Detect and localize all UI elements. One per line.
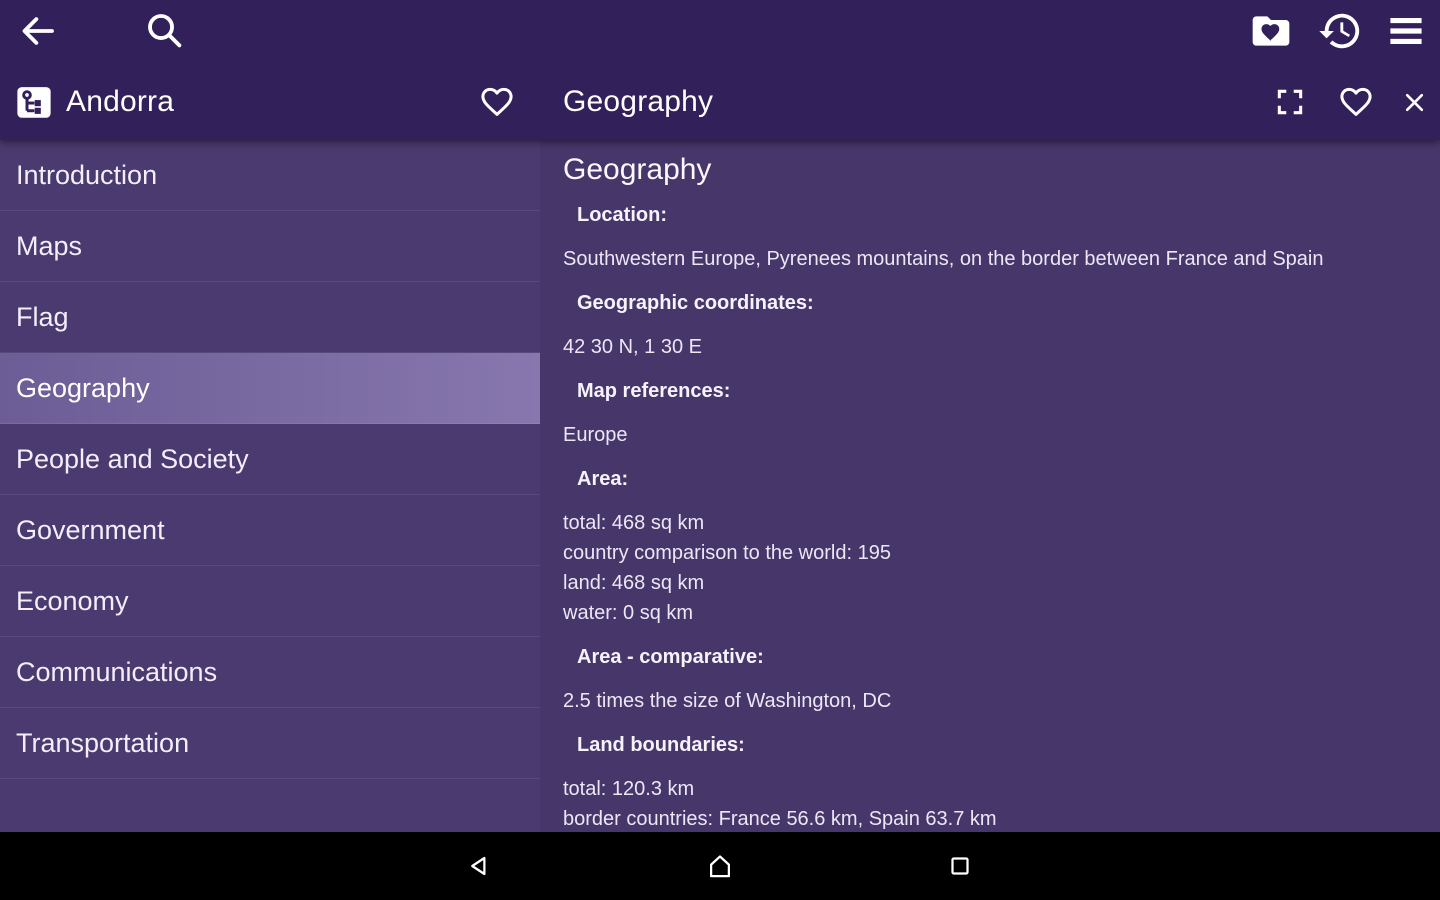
sidebar-item-label: People and Society <box>16 444 249 474</box>
sidebar-item-label: Communications <box>16 657 217 687</box>
field-label: Geographic coordinates: <box>563 288 1420 318</box>
favorites-folder-button[interactable] <box>1248 8 1294 54</box>
back-button[interactable] <box>14 8 60 54</box>
nav-recents-square-icon <box>945 868 975 885</box>
field-geographic-coordinates: Geographic coordinates: 42 30 N, 1 30 E <box>563 288 1420 362</box>
close-panel-button[interactable] <box>1398 86 1430 118</box>
field-label: Land boundaries: <box>563 730 1420 760</box>
heart-outline-icon <box>1337 83 1375 121</box>
field-value: border countries: France 56.6 km, Spain … <box>563 804 1420 832</box>
close-icon <box>1401 89 1428 116</box>
heart-outline-icon <box>478 83 516 121</box>
sidebar-item-introduction[interactable]: Introduction <box>0 140 540 211</box>
country-title: Andorra <box>66 64 174 140</box>
field-area-comparative: Area - comparative: 2.5 times the size o… <box>563 642 1420 716</box>
field-value: country comparison to the world: 195 <box>563 538 1420 568</box>
sidebar-item-label: Economy <box>16 586 129 616</box>
field-value: water: 0 sq km <box>563 598 1420 628</box>
sidebar-item-label: Maps <box>16 231 82 261</box>
field-map-references: Map references: Europe <box>563 376 1420 450</box>
sidebar-item-maps[interactable]: Maps <box>0 211 540 282</box>
fullscreen-button[interactable] <box>1272 84 1308 120</box>
field-location: Location: Southwestern Europe, Pyrenees … <box>563 200 1420 274</box>
nav-back-triangle-icon <box>465 868 495 885</box>
section-content[interactable]: Geography Location: Southwestern Europe,… <box>540 140 1440 832</box>
sidebar-item-label: Geography <box>16 373 150 403</box>
field-label: Area: <box>563 464 1420 494</box>
category-tree-icon <box>12 80 56 124</box>
field-value: Europe <box>563 420 1420 450</box>
field-value: total: 120.3 km <box>563 774 1420 804</box>
sidebar-item-people-and-society[interactable]: People and Society <box>0 424 540 495</box>
field-value: land: 468 sq km <box>563 568 1420 598</box>
nav-back-button[interactable] <box>465 851 495 881</box>
country-favorite-button[interactable] <box>477 82 517 122</box>
folder-heart-icon <box>1249 9 1293 53</box>
app-bar-top-row <box>0 0 1440 64</box>
sidebar-item-flag[interactable]: Flag <box>0 282 540 353</box>
sidebar-item-transportation[interactable]: Transportation <box>0 708 540 779</box>
content-heading: Geography <box>563 152 1420 188</box>
menu-button[interactable] <box>1384 9 1428 53</box>
main-area: Introduction Maps Flag Geography People … <box>0 140 1440 832</box>
panel-title: Geography <box>563 64 713 140</box>
sidebar-item-economy[interactable]: Economy <box>0 566 540 637</box>
section-list: Introduction Maps Flag Geography People … <box>0 140 540 832</box>
fullscreen-icon <box>1274 86 1306 118</box>
app-bar-title-row: Andorra Geography <box>0 64 1440 140</box>
field-area: Area: total: 468 sq km country compariso… <box>563 464 1420 628</box>
field-value: total: 468 sq km <box>563 508 1420 538</box>
field-label: Map references: <box>563 376 1420 406</box>
sidebar-item-government[interactable]: Government <box>0 495 540 566</box>
sidebar-item-label: Transportation <box>16 728 189 758</box>
field-value: 2.5 times the size of Washington, DC <box>563 686 1420 716</box>
back-arrow-icon <box>17 11 57 51</box>
search-button[interactable] <box>140 6 188 54</box>
android-nav-bar <box>0 832 1440 900</box>
search-icon <box>143 9 185 51</box>
nav-recents-button[interactable] <box>945 851 975 881</box>
history-button[interactable] <box>1316 7 1364 55</box>
hamburger-menu-icon <box>1384 9 1428 53</box>
history-clock-icon <box>1317 8 1363 54</box>
field-label: Area - comparative: <box>563 642 1420 672</box>
nav-home-icon <box>705 868 735 885</box>
app-bar: Andorra Geography <box>0 0 1440 140</box>
sidebar-item-communications[interactable]: Communications <box>0 637 540 708</box>
field-value: 42 30 N, 1 30 E <box>563 332 1420 362</box>
sidebar-item-label: Government <box>16 515 165 545</box>
panel-favorite-button[interactable] <box>1336 82 1376 122</box>
nav-home-button[interactable] <box>705 851 735 881</box>
field-land-boundaries: Land boundaries: total: 120.3 km border … <box>563 730 1420 832</box>
field-value: Southwestern Europe, Pyrenees mountains,… <box>563 244 1420 274</box>
sidebar-item-label: Introduction <box>16 160 157 190</box>
sidebar-item-geography[interactable]: Geography <box>0 353 540 424</box>
field-label: Location: <box>563 200 1420 230</box>
sidebar-item-label: Flag <box>16 302 69 332</box>
